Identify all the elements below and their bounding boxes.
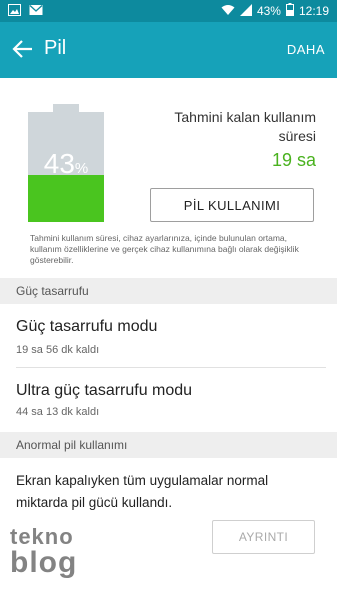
watermark-logo: tekno blog: [10, 524, 78, 579]
abnormal-usage-message: Ekran kapalıyken tüm uygulamalar normal …: [16, 473, 269, 510]
ultra-power-saving-mode-item[interactable]: Ultra güç tasarrufu modu 44 sa 13 dk kal…: [0, 368, 337, 432]
email-icon: [29, 4, 43, 19]
signal-icon: [239, 3, 252, 19]
power-saving-mode-title: Güç tasarrufu modu: [16, 318, 158, 335]
power-saving-mode-item[interactable]: Güç tasarrufu modu 19 sa 56 dk kaldı: [0, 304, 337, 368]
photo-icon: [8, 4, 21, 19]
ultra-power-saving-mode-title: Ultra güç tasarrufu modu: [16, 382, 193, 399]
wifi-icon: [221, 4, 235, 19]
app-bar: Pil DAHA: [0, 22, 337, 78]
details-button[interactable]: AYRINTI: [212, 520, 315, 554]
ultra-power-saving-mode-remaining: 44 sa 13 dk kaldı: [16, 406, 100, 418]
battery-graphic-cap: [53, 104, 79, 112]
clock: 12:19: [298, 4, 329, 18]
battery-graphic: 43%: [28, 112, 104, 222]
section-header-abnormal-usage: Anormal pil kullanımı: [0, 432, 337, 458]
power-saving-mode-remaining: 19 sa 56 dk kaldı: [16, 344, 100, 356]
section-header-power-saving: Güç tasarrufu: [0, 278, 337, 304]
battery-usage-button[interactable]: PİL KULLANIMI: [150, 188, 314, 222]
watermark-line-2: blog: [10, 546, 78, 579]
back-arrow-icon[interactable]: [12, 38, 34, 60]
remaining-time-label: Tahmini kalan kullanım süresi: [174, 109, 316, 144]
battery-icon: [285, 3, 294, 19]
remaining-time-value: 19 sa: [271, 150, 316, 170]
battery-percent: 43%: [256, 4, 281, 18]
page-title: Pil: [44, 37, 67, 59]
battery-level-fill: [28, 174, 104, 222]
status-bar: 43% 12:19: [0, 0, 337, 22]
battery-percent-label: 43%: [43, 148, 89, 179]
more-button[interactable]: DAHA: [287, 42, 325, 57]
estimate-disclaimer: Tahmini kullanım süresi, cihaz ayarların…: [30, 233, 299, 265]
battery-card: 43% Tahmini kalan kullanım süresi 19 sa …: [0, 78, 337, 278]
